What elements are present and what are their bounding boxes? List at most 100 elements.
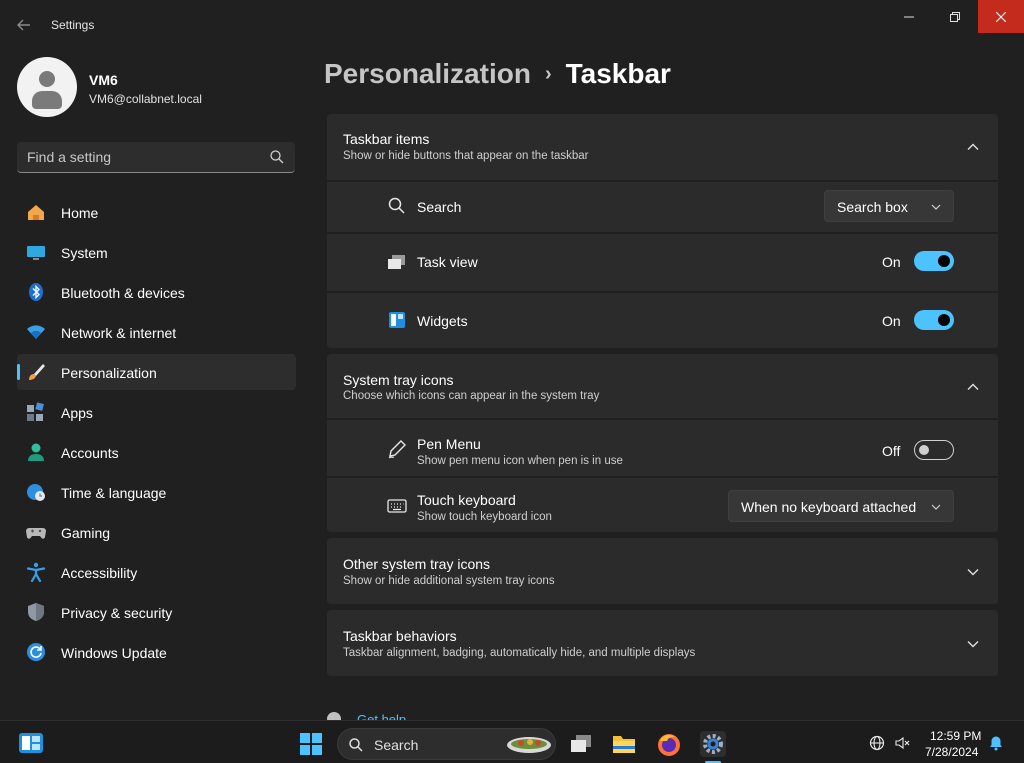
page-title: Taskbar (565, 58, 671, 89)
toggle-state-label: Off (882, 443, 901, 459)
accessibility-icon (26, 562, 46, 582)
search-icon (349, 738, 363, 752)
gamepad-icon (26, 528, 46, 539)
sidebar-item-label: Windows Update (61, 645, 167, 661)
touch-keyboard-row: Touch keyboard Show touch keyboard icon … (327, 478, 998, 532)
search-mode-dropdown[interactable]: Search box (824, 190, 954, 222)
row-label: Pen Menu (417, 436, 481, 452)
dropdown-value: When no keyboard attached (741, 499, 917, 515)
sidebar-item-privacy[interactable]: Privacy & security (17, 594, 296, 630)
close-icon[interactable] (978, 0, 1024, 33)
firefox-icon[interactable] (656, 731, 682, 757)
bluetooth-icon (29, 283, 43, 301)
toggle-knob (938, 255, 950, 267)
sound-muted-icon[interactable] (894, 735, 910, 751)
display-icon (27, 246, 45, 260)
dropdown-value: Search box (837, 199, 908, 215)
sidebar-item-label: System (61, 245, 108, 261)
other-tray-icons-section[interactable]: Other system tray icons Show or hide add… (327, 538, 998, 604)
toggle-knob (919, 445, 929, 455)
chevron-up-icon[interactable] (966, 140, 980, 154)
pen-menu-toggle[interactable] (914, 440, 954, 460)
globe-clock-icon (27, 484, 45, 501)
gear-icon (703, 734, 723, 754)
widgets-toggle[interactable] (914, 310, 954, 330)
touch-keyboard-dropdown[interactable]: When no keyboard attached (728, 490, 954, 522)
section-subtitle: Taskbar alignment, badging, automaticall… (343, 647, 696, 659)
chevron-down-icon[interactable] (966, 637, 980, 651)
sidebar-item-personalization[interactable]: Personalization (17, 354, 296, 390)
apps-icon (27, 402, 44, 421)
taskbar-behaviors-section[interactable]: Taskbar behaviors Taskbar alignment, bad… (327, 610, 998, 676)
section-title: Taskbar items (343, 131, 430, 147)
sidebar-item-windows-update[interactable]: Windows Update (17, 634, 296, 670)
widgets-taskbar-icon[interactable] (18, 732, 44, 754)
settings-taskbar-button[interactable] (700, 731, 726, 757)
avatar[interactable] (17, 57, 77, 117)
home-icon (28, 205, 44, 220)
sidebar-item-apps[interactable]: Apps (17, 394, 296, 430)
language-globe-icon[interactable] (869, 735, 885, 751)
user-name: VM6 (89, 72, 118, 88)
sidebar-item-label: Accessibility (61, 565, 138, 581)
taskbar-search-box[interactable]: Search (337, 728, 556, 760)
sidebar-item-system[interactable]: System (17, 234, 296, 270)
row-label: Widgets (417, 313, 468, 329)
section-subtitle: Show or hide additional system tray icon… (343, 575, 555, 587)
sidebar-item-bluetooth[interactable]: Bluetooth & devices (17, 274, 296, 310)
task-view-icon[interactable] (568, 731, 594, 757)
sidebar-item-label: Gaming (61, 525, 111, 541)
file-explorer-icon[interactable] (611, 731, 637, 757)
section-title: Taskbar behaviors (343, 628, 457, 644)
pen-icon (388, 440, 406, 459)
user-email: VM6@collabnet.local (89, 92, 202, 106)
back-arrow-icon[interactable] (10, 12, 38, 38)
task-view-row: Task view On (327, 234, 998, 291)
sidebar-item-time-language[interactable]: Time & language (17, 474, 296, 510)
row-label: Search (417, 199, 462, 215)
person-icon (28, 443, 44, 461)
sidebar-item-accounts[interactable]: Accounts (17, 434, 296, 470)
wifi-icon (27, 325, 45, 339)
clock-date[interactable]: 7/28/2024 (925, 745, 978, 759)
find-setting-box[interactable] (17, 142, 295, 173)
search-icon[interactable] (269, 149, 285, 165)
breadcrumb-parent[interactable]: Personalization (324, 58, 531, 89)
chevron-down-icon (931, 204, 941, 210)
find-setting-input[interactable] (27, 149, 257, 165)
breadcrumb-separator: › (544, 63, 552, 85)
sidebar-item-label: Privacy & security (61, 605, 173, 621)
shield-icon (28, 603, 44, 621)
sidebar-item-label: Apps (61, 405, 93, 421)
sidebar-item-label: Personalization (61, 365, 157, 381)
windows-taskbar: Search 12:59 PM 7/28/2024 (0, 720, 1024, 763)
start-icon[interactable] (300, 733, 322, 755)
section-title: Other system tray icons (343, 556, 491, 572)
system-tray-header[interactable]: System tray icons Choose which icons can… (327, 354, 998, 418)
chevron-down-icon[interactable] (966, 565, 980, 579)
toggle-state-label: On (882, 313, 901, 329)
title-bar: Settings (0, 0, 1024, 50)
task-view-toggle[interactable] (914, 251, 954, 271)
sidebar-item-network[interactable]: Network & internet (17, 314, 296, 350)
minimize-icon[interactable] (886, 0, 932, 33)
taskbar-items-header[interactable]: Taskbar items Show or hide buttons that … (327, 114, 998, 180)
clock-time[interactable]: 12:59 PM (930, 729, 981, 743)
sidebar-item-gaming[interactable]: Gaming (17, 514, 296, 550)
brush-icon (29, 364, 45, 380)
task-view-icon (388, 255, 405, 269)
chevron-up-icon[interactable] (966, 380, 980, 394)
sidebar-item-home[interactable]: Home (17, 194, 296, 230)
section-subtitle: Show or hide buttons that appear on the … (343, 150, 589, 162)
widgets-row: Widgets On (327, 293, 998, 348)
sidebar-item-label: Accounts (61, 445, 119, 461)
breadcrumb: Personalization › Taskbar (324, 58, 671, 98)
notification-bell-icon[interactable] (988, 735, 1004, 751)
update-icon (27, 643, 45, 661)
section-subtitle: Choose which icons can appear in the sys… (343, 390, 600, 402)
toggle-knob (938, 314, 950, 326)
restore-icon[interactable] (932, 0, 978, 33)
search-icon (388, 197, 405, 214)
keyboard-icon (387, 499, 407, 513)
sidebar-item-accessibility[interactable]: Accessibility (17, 554, 296, 590)
